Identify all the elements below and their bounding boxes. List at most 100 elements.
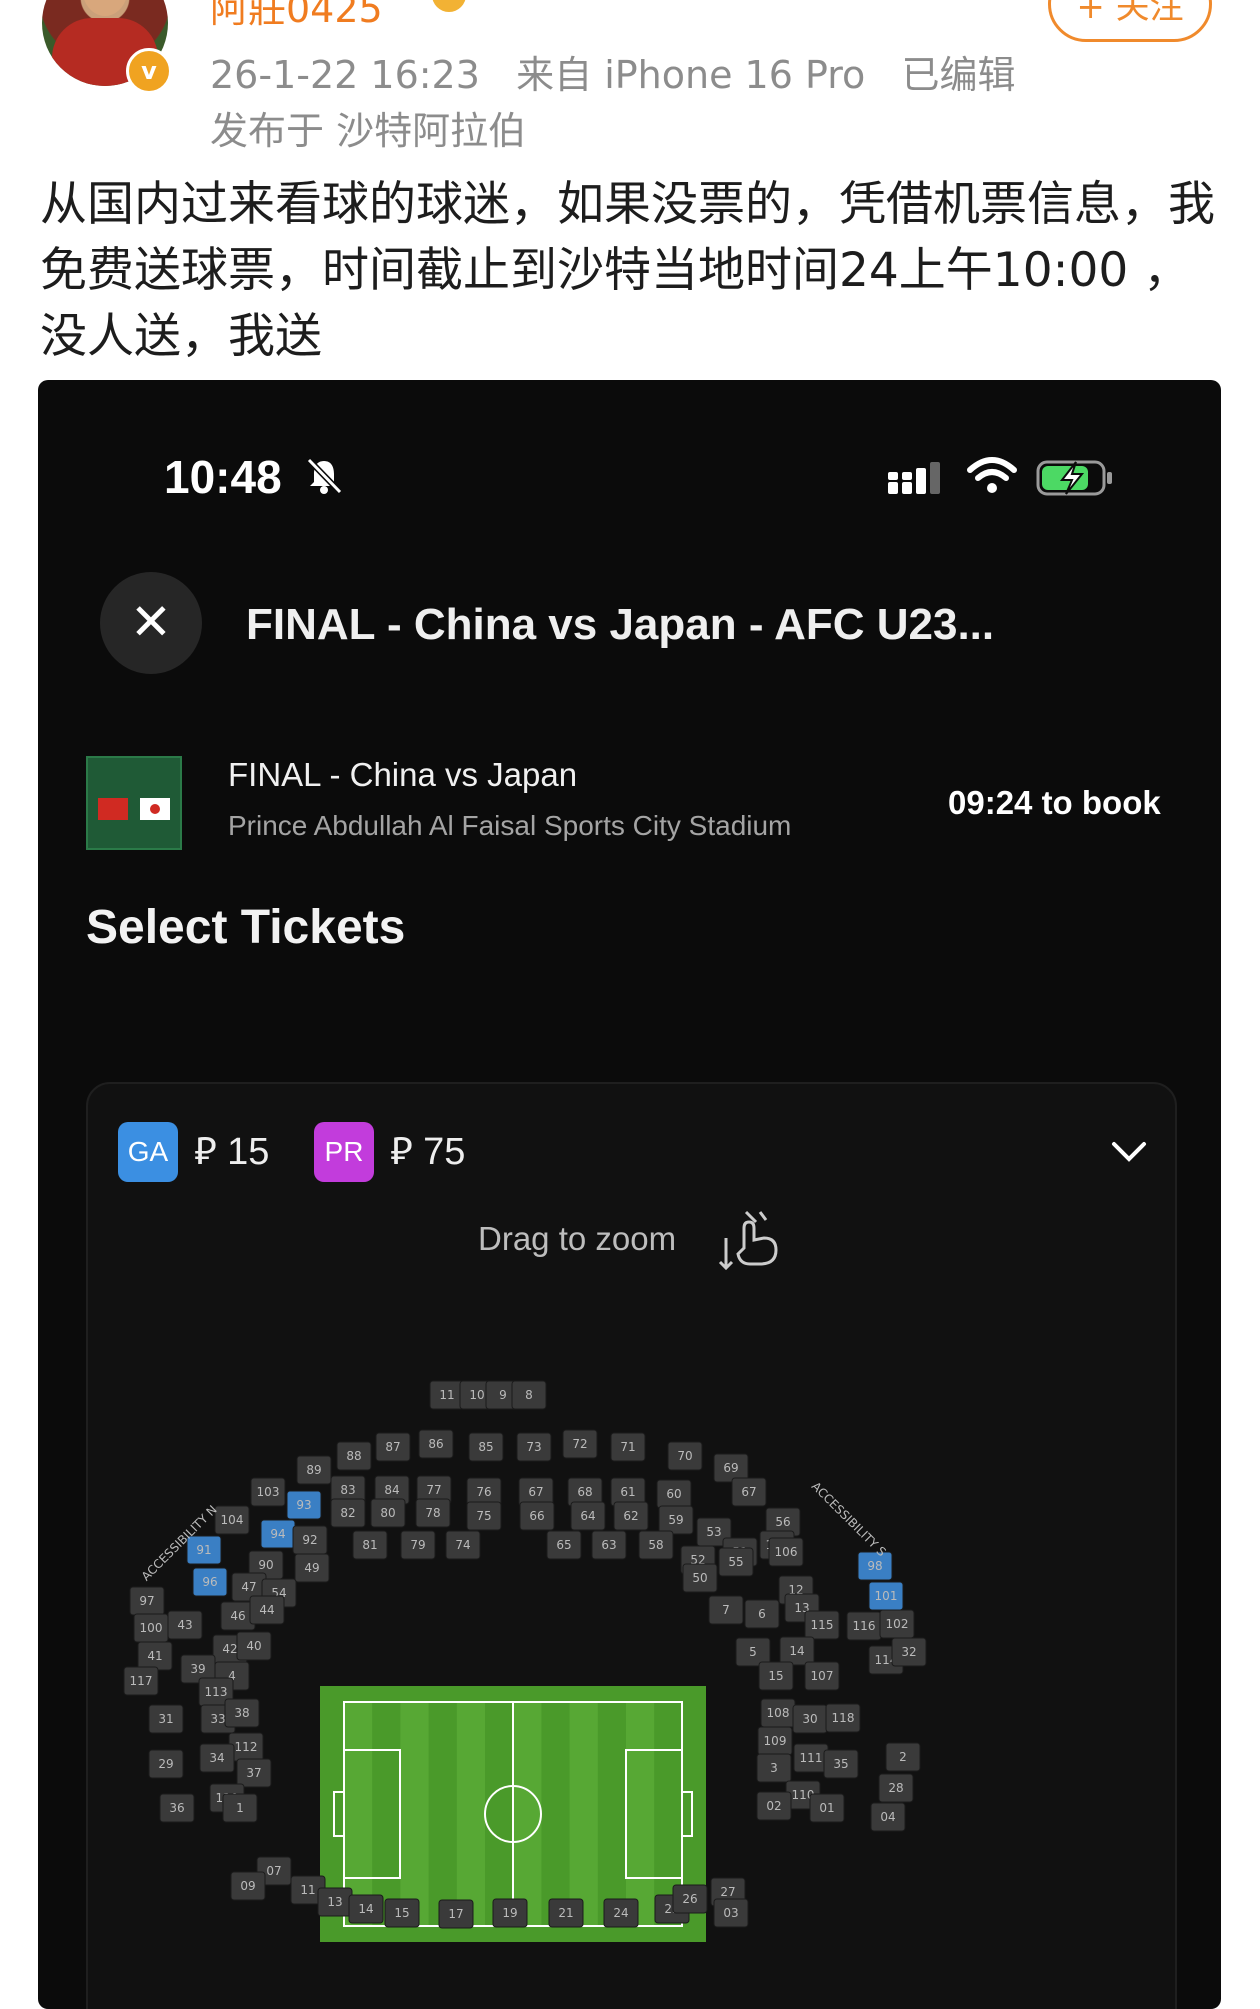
seat-zone[interactable]: 2 [885,1742,921,1772]
seat-zone[interactable]: 102 [879,1609,915,1639]
seat-zone[interactable]: 81 [352,1530,388,1560]
seat-zone-label: 27 [720,1885,735,1899]
seat-zone[interactable]: 17 [438,1899,474,1929]
seat-zone[interactable]: 04 [870,1802,906,1832]
seat-zone[interactable]: 98 [857,1551,893,1581]
seat-zone[interactable]: 73 [516,1432,552,1462]
seat-zone[interactable]: 115 [804,1610,840,1640]
seat-zone[interactable]: 44 [249,1595,285,1625]
seat-zone[interactable]: 86 [418,1429,454,1459]
seat-zone[interactable]: 1 [222,1793,258,1823]
seat-zone[interactable]: 93 [286,1490,322,1520]
seat-zone[interactable]: 88 [336,1441,372,1471]
seat-zone[interactable]: 70 [667,1441,703,1471]
pitch-stripe [569,1702,598,1926]
stadium-seat-map[interactable]: 11 10 9 88887 86 85 73 72 7170698983 84 77 76 67 68 61… [86,1320,1173,2009]
seat-zone[interactable]: 94 [260,1519,296,1549]
seat-zone[interactable]: 03 [713,1898,749,1928]
seat-zone[interactable]: 50 [682,1563,718,1593]
seat-zone[interactable]: 80 [370,1498,406,1528]
seat-zone-label: 11 [300,1883,315,1897]
seat-zone[interactable]: 78 [415,1498,451,1528]
seat-zone[interactable]: 28 [878,1773,914,1803]
seat-zone[interactable]: 29 [148,1749,184,1779]
seat-zone[interactable]: 26 [672,1884,708,1914]
seat-zone[interactable]: 64 [570,1501,606,1531]
ticket-screenshot[interactable]: 10:48 ✕ FINAL - China vs Japan - AFC U23… [38,380,1221,2009]
seat-zone[interactable]: 21 [548,1898,584,1928]
seat-zone[interactable]: 11 [429,1380,465,1410]
seat-zone[interactable]: 60 [656,1479,692,1509]
seat-zone[interactable]: 108 [760,1698,796,1728]
username[interactable]: 阿莊0425 [210,0,383,33]
seat-zone[interactable]: 104 [214,1505,250,1535]
seat-zone[interactable]: 14 [348,1894,384,1924]
seat-zone[interactable]: 67 [731,1477,767,1507]
seat-zone[interactable]: 62 [613,1501,649,1531]
seat-zone[interactable]: 75 [466,1501,502,1531]
seat-zone[interactable]: 92 [292,1525,328,1555]
seat-zone[interactable]: 58 [638,1530,674,1560]
seat-zone[interactable]: 116 [846,1611,882,1641]
seat-zone[interactable]: 32 [891,1637,927,1667]
category-badge-ga[interactable]: GA [118,1122,178,1182]
chevron-down-icon[interactable] [1108,1130,1150,1172]
seat-zone[interactable]: 40 [236,1631,272,1661]
seat-zone-label: 67 [741,1485,756,1499]
seat-zone[interactable]: 106 [768,1537,804,1567]
member-crown-icon [432,0,466,12]
seat-zone-label: 10 [469,1388,484,1402]
seat-zone[interactable]: 24 [603,1898,639,1928]
seat-zone[interactable]: 43 [167,1610,203,1640]
seat-zone[interactable]: 19 [492,1898,528,1928]
seat-zone[interactable]: 31 [148,1704,184,1734]
seat-zone-label: 56 [775,1515,790,1529]
seat-zone[interactable]: 71 [610,1432,646,1462]
seat-zone[interactable]: 101 [868,1581,904,1611]
seat-zone[interactable]: 09 [230,1871,266,1901]
close-button[interactable]: ✕ [100,572,202,674]
seat-zone[interactable]: 30 [792,1704,828,1734]
seat-zone[interactable]: 100 [133,1613,169,1643]
seat-zone[interactable]: 96 [192,1567,228,1597]
follow-button[interactable]: + 关注 [1048,0,1212,42]
seat-zone[interactable]: 118 [825,1703,861,1733]
seat-zone[interactable]: 14 [779,1636,815,1666]
seat-zone[interactable]: 15 [384,1898,420,1928]
seat-zone[interactable]: 72 [562,1429,598,1459]
seat-zone[interactable]: 109 [757,1726,793,1756]
seat-zone[interactable]: 107 [804,1661,840,1691]
seat-zone[interactable]: 74 [445,1530,481,1560]
seat-zone[interactable]: 63 [591,1530,627,1560]
seat-zone[interactable]: 89 [296,1455,332,1485]
seat-zone[interactable]: 103 [250,1477,286,1507]
seat-zone[interactable]: 117 [123,1666,159,1696]
seat-zone[interactable]: 41 [137,1641,173,1671]
seat-zone[interactable]: 35 [823,1749,859,1779]
seat-zone[interactable]: 91 [186,1535,222,1565]
seat-zone[interactable]: 87 [375,1432,411,1462]
seat-zone[interactable]: 111 [793,1743,829,1773]
seat-zone[interactable]: 7 [708,1595,744,1625]
seat-zone[interactable]: 34 [199,1743,235,1773]
category-badge-pr[interactable]: PR [314,1122,374,1182]
seat-zone[interactable]: 37 [236,1758,272,1788]
seat-zone[interactable]: 3 [756,1753,792,1783]
seat-zone[interactable]: 49 [294,1553,330,1583]
seat-zone[interactable]: 01 [809,1793,845,1823]
seat-zone[interactable]: 65 [546,1530,582,1560]
seat-zone[interactable]: 15 [758,1661,794,1691]
seat-zone[interactable]: 38 [224,1698,260,1728]
seat-zone[interactable]: 66 [519,1501,555,1531]
seat-zone[interactable]: 13 [317,1887,353,1917]
seat-zone[interactable]: 55 [718,1547,754,1577]
seat-zone[interactable]: 8 [511,1380,547,1410]
seat-zone[interactable]: 59 [658,1505,694,1535]
seat-zone[interactable]: 85 [468,1432,504,1462]
seat-zone[interactable]: 82 [330,1498,366,1528]
seat-zone[interactable]: 79 [400,1530,436,1560]
seat-zone[interactable]: 97 [129,1586,165,1616]
seat-zone[interactable]: 6 [744,1599,780,1629]
seat-zone[interactable]: 36 [159,1793,195,1823]
seat-zone[interactable]: 02 [756,1791,792,1821]
